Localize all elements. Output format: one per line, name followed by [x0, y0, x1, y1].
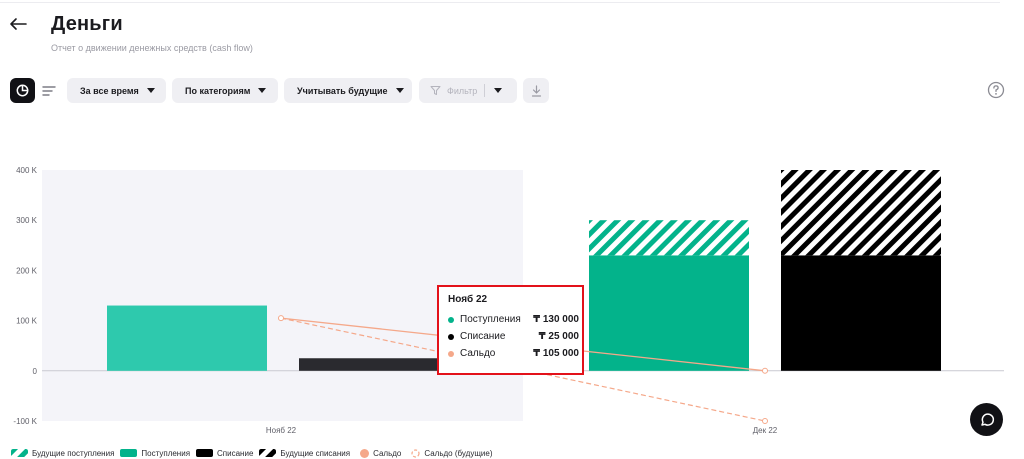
- tooltip-row-expense: Списание ₸ 25 000: [448, 328, 582, 345]
- legend-item-future-income[interactable]: Будущие поступления: [11, 449, 114, 458]
- future-balance-point: [762, 418, 768, 424]
- income-dot-icon: [448, 316, 454, 323]
- expense-bar: [781, 255, 941, 371]
- balance-point: [278, 315, 284, 322]
- balance-point: [762, 367, 768, 374]
- tooltip-label: Сальдо: [460, 348, 496, 359]
- legend-item-expense[interactable]: Списание: [196, 449, 253, 458]
- chat-button[interactable]: [970, 403, 1003, 436]
- legend-label: Сальдо: [373, 448, 402, 458]
- x-tick-label: Нояб 22: [266, 426, 297, 435]
- cashflow-chart: -100 K 0 100 K 200 K 300 K 400 K Нояб 22 Дек 22: [13, 166, 1004, 435]
- y-tick-label: -100 K: [13, 417, 37, 426]
- balance-dot-icon: [360, 448, 370, 458]
- income-bar: [107, 305, 267, 371]
- chart-legend: Будущие поступления Поступления Списание…: [11, 447, 499, 459]
- chart-tooltip: Нояб 22 Поступления ₸ 130 000 Списание ₸…: [437, 285, 584, 375]
- legend-label: Поступления: [141, 448, 191, 458]
- tooltip-label: Списание: [460, 331, 506, 342]
- legend-item-income[interactable]: Поступления: [120, 449, 190, 458]
- income-bar: [589, 255, 749, 371]
- tooltip-value: ₸ 130 000: [533, 314, 579, 325]
- expense-bar: [299, 358, 459, 371]
- income-swatch-icon: [120, 449, 138, 457]
- x-tick-label: Дек 22: [753, 426, 778, 435]
- tooltip-row-income: Поступления ₸ 130 000: [448, 311, 582, 328]
- chat-icon: [980, 412, 994, 426]
- future-income-bar: [589, 220, 749, 256]
- y-tick-label: 100 K: [16, 317, 38, 326]
- expense-dot-icon: [448, 333, 454, 340]
- tooltip-title: Нояб 22: [448, 294, 488, 305]
- legend-item-future-balance[interactable]: Сальдо (будущие): [407, 448, 493, 458]
- legend-label: Будущие списания: [280, 448, 351, 458]
- legend-label: Списание: [217, 448, 254, 458]
- future-expense-bar: [781, 170, 941, 256]
- y-tick-label: 200 K: [16, 266, 38, 275]
- y-tick-label: 300 K: [16, 216, 38, 225]
- legend-item-future-expense[interactable]: Будущие списания: [259, 449, 350, 458]
- y-tick-label: 0: [33, 367, 38, 376]
- hatch-expense-swatch-icon: [259, 449, 277, 457]
- legend-label: Будущие поступления: [32, 448, 115, 458]
- expense-swatch-icon: [196, 449, 214, 457]
- tooltip-label: Поступления: [460, 314, 521, 325]
- tooltip-value: ₸ 25 000: [538, 331, 579, 342]
- legend-item-balance[interactable]: Сальдо: [356, 448, 402, 458]
- hatch-income-swatch-icon: [11, 449, 28, 457]
- tooltip-row-balance: Сальдо ₸ 105 000: [448, 345, 582, 362]
- balance-dot-icon: [448, 350, 454, 357]
- legend-label: Сальдо (будущие): [424, 448, 493, 458]
- tooltip-value: ₸ 105 000: [533, 348, 579, 359]
- balance-ring-icon: [411, 448, 420, 458]
- y-tick-label: 400 K: [16, 166, 38, 175]
